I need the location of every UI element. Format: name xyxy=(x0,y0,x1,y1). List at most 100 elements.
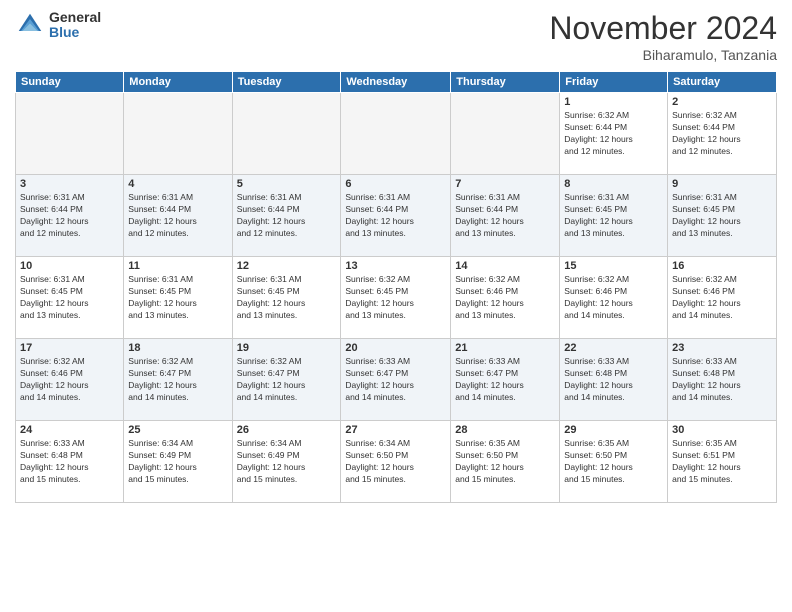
logo-general: General xyxy=(49,10,101,25)
calendar-cell: 11 Sunrise: 6:31 AM Sunset: 6:45 PM Dayli… xyxy=(124,257,232,339)
calendar-cell: 24 Sunrise: 6:33 AM Sunset: 6:48 PM Dayli… xyxy=(16,421,124,503)
day-info: Sunrise: 6:32 AM Sunset: 6:44 PM Dayligh… xyxy=(564,110,663,158)
calendar-cell: 12Sunrise: 6:31 AM Sunset: 6:45 PM Dayli… xyxy=(232,257,341,339)
calendar-cell xyxy=(16,93,124,175)
calendar-cell: 27 Sunrise: 6:34 AM Sunset: 6:50 PM Dayli… xyxy=(341,421,451,503)
day-info: Sunrise: 6:31 AM Sunset: 6:45 PM Dayligh… xyxy=(20,274,119,322)
weekday-header-friday: Friday xyxy=(560,72,668,93)
day-info: Sunrise: 6:33 AM Sunset: 6:48 PM Dayligh… xyxy=(672,356,772,404)
weekday-header-saturday: Saturday xyxy=(668,72,777,93)
calendar-cell: 8 Sunrise: 6:31 AM Sunset: 6:45 PM Daylig… xyxy=(560,175,668,257)
logo-blue: Blue xyxy=(49,25,101,40)
day-info: Sunrise: 6:31 AM Sunset: 6:44 PM Dayligh… xyxy=(128,192,227,240)
calendar-cell: 20 Sunrise: 6:33 AM Sunset: 6:47 PM Dayli… xyxy=(341,339,451,421)
week-row-5: 24 Sunrise: 6:33 AM Sunset: 6:48 PM Dayli… xyxy=(16,421,777,503)
day-number: 14 xyxy=(455,260,555,272)
calendar-cell: 3Sunrise: 6:31 AM Sunset: 6:44 PM Daylig… xyxy=(16,175,124,257)
week-row-2: 3 Sunrise: 6:31 AM Sunset: 6:44 PM Daylig… xyxy=(16,175,777,257)
month-title: November 2024 xyxy=(549,10,777,47)
calendar-cell: 7 Sunrise: 6:31 AM Sunset: 6:44 PM Daylig… xyxy=(451,175,560,257)
calendar-cell: 1 Sunrise: 6:32 AM Sunset: 6:44 PM Daylig… xyxy=(560,93,668,175)
day-info: Sunrise: 6:31 AM Sunset: 6:45 PM Dayligh… xyxy=(128,274,227,322)
day-number: 30 xyxy=(672,424,772,436)
day-number: 27 xyxy=(345,424,446,436)
day-number: 22 xyxy=(564,342,663,354)
weekday-header-wednesday: Wednesday xyxy=(341,72,451,93)
calendar-cell: 25 Sunrise: 6:34 AM Sunset: 6:49 PM Dayli… xyxy=(124,421,232,503)
calendar-cell: 29Sunrise: 6:35 AM Sunset: 6:50 PM Dayli… xyxy=(560,421,668,503)
weekday-header-tuesday: Tuesday xyxy=(232,72,341,93)
calendar-cell: 22 Sunrise: 6:33 AM Sunset: 6:48 PM Dayli… xyxy=(560,339,668,421)
day-number: 10 xyxy=(20,260,119,272)
weekday-header-monday: Monday xyxy=(124,72,232,93)
calendar-cell: 23 Sunrise: 6:33 AM Sunset: 6:48 PM Dayli… xyxy=(668,339,777,421)
day-info: Sunrise: 6:31 AM Sunset: 6:44 PM Dayligh… xyxy=(455,192,555,240)
calendar-cell: 10 Sunrise: 6:31 AM Sunset: 6:45 PM Dayli… xyxy=(16,257,124,339)
calendar-cell: 18Sunrise: 6:32 AM Sunset: 6:47 PM Dayli… xyxy=(124,339,232,421)
location-subtitle: Biharamulo, Tanzania xyxy=(549,47,777,63)
day-info: Sunrise: 6:31 AM Sunset: 6:44 PM Dayligh… xyxy=(237,192,337,240)
calendar-cell: 17 Sunrise: 6:32 AM Sunset: 6:46 PM Dayli… xyxy=(16,339,124,421)
day-number: 11 xyxy=(128,260,227,272)
day-info: Sunrise: 6:34 AM Sunset: 6:49 PM Dayligh… xyxy=(128,438,227,486)
day-info: Sunrise: 6:31 AM Sunset: 6:45 PM Dayligh… xyxy=(672,192,772,240)
day-info: Sunrise: 6:35 AM Sunset: 6:50 PM Dayligh… xyxy=(455,438,555,486)
day-info: Sunrise: 6:33 AM Sunset: 6:47 PM Dayligh… xyxy=(455,356,555,404)
logo: General Blue xyxy=(15,10,101,41)
calendar-cell: 15Sunrise: 6:32 AM Sunset: 6:46 PM Dayli… xyxy=(560,257,668,339)
day-info: Sunrise: 6:33 AM Sunset: 6:48 PM Dayligh… xyxy=(564,356,663,404)
title-block: November 2024 Biharamulo, Tanzania xyxy=(549,10,777,63)
day-number: 23 xyxy=(672,342,772,354)
day-info: Sunrise: 6:33 AM Sunset: 6:48 PM Dayligh… xyxy=(20,438,119,486)
calendar-cell: 19 Sunrise: 6:32 AM Sunset: 6:47 PM Dayli… xyxy=(232,339,341,421)
day-info: Sunrise: 6:31 AM Sunset: 6:45 PM Dayligh… xyxy=(564,192,663,240)
day-info: Sunrise: 6:32 AM Sunset: 6:46 PM Dayligh… xyxy=(20,356,119,404)
day-number: 18 xyxy=(128,342,227,354)
weekday-header-row: SundayMondayTuesdayWednesdayThursdayFrid… xyxy=(16,72,777,93)
day-number: 16 xyxy=(672,260,772,272)
logo-icon xyxy=(15,10,45,40)
calendar-cell: 5 Sunrise: 6:31 AM Sunset: 6:44 PM Daylig… xyxy=(232,175,341,257)
calendar-cell: 9 Sunrise: 6:31 AM Sunset: 6:45 PM Daylig… xyxy=(668,175,777,257)
day-number: 28 xyxy=(455,424,555,436)
day-number: 24 xyxy=(20,424,119,436)
day-number: 8 xyxy=(564,178,663,190)
day-number: 21 xyxy=(455,342,555,354)
calendar-cell: 28 Sunrise: 6:35 AM Sunset: 6:50 PM Dayli… xyxy=(451,421,560,503)
day-number: 1 xyxy=(564,96,663,108)
day-number: 3 xyxy=(20,178,119,190)
calendar-cell xyxy=(124,93,232,175)
day-number: 5 xyxy=(237,178,337,190)
week-row-3: 10 Sunrise: 6:31 AM Sunset: 6:45 PM Dayli… xyxy=(16,257,777,339)
day-info: Sunrise: 6:31 AM Sunset: 6:45 PM Dayligh… xyxy=(237,274,337,322)
day-info: Sunrise: 6:32 AM Sunset: 6:47 PM Dayligh… xyxy=(237,356,337,404)
logo-text: General Blue xyxy=(49,10,101,41)
day-number: 25 xyxy=(128,424,227,436)
calendar-cell: 26Sunrise: 6:34 AM Sunset: 6:49 PM Dayli… xyxy=(232,421,341,503)
day-number: 6 xyxy=(345,178,446,190)
day-info: Sunrise: 6:33 AM Sunset: 6:47 PM Dayligh… xyxy=(345,356,446,404)
day-info: Sunrise: 6:32 AM Sunset: 6:46 PM Dayligh… xyxy=(564,274,663,322)
day-number: 20 xyxy=(345,342,446,354)
calendar-cell: 30 Sunrise: 6:35 AM Sunset: 6:51 PM Dayli… xyxy=(668,421,777,503)
day-number: 26 xyxy=(237,424,337,436)
day-number: 2 xyxy=(672,96,772,108)
day-number: 7 xyxy=(455,178,555,190)
calendar-cell: 13 Sunrise: 6:32 AM Sunset: 6:45 PM Dayli… xyxy=(341,257,451,339)
calendar-cell: 6Sunrise: 6:31 AM Sunset: 6:44 PM Daylig… xyxy=(341,175,451,257)
day-number: 13 xyxy=(345,260,446,272)
day-info: Sunrise: 6:34 AM Sunset: 6:50 PM Dayligh… xyxy=(345,438,446,486)
page-header: General Blue November 2024 Biharamulo, T… xyxy=(15,10,777,63)
day-info: Sunrise: 6:35 AM Sunset: 6:50 PM Dayligh… xyxy=(564,438,663,486)
day-number: 9 xyxy=(672,178,772,190)
calendar-cell: 2 Sunrise: 6:32 AM Sunset: 6:44 PM Daylig… xyxy=(668,93,777,175)
day-info: Sunrise: 6:32 AM Sunset: 6:46 PM Dayligh… xyxy=(455,274,555,322)
calendar-page: General Blue November 2024 Biharamulo, T… xyxy=(0,0,792,612)
day-info: Sunrise: 6:32 AM Sunset: 6:45 PM Dayligh… xyxy=(345,274,446,322)
calendar-cell: 14 Sunrise: 6:32 AM Sunset: 6:46 PM Dayli… xyxy=(451,257,560,339)
day-number: 17 xyxy=(20,342,119,354)
day-info: Sunrise: 6:32 AM Sunset: 6:44 PM Dayligh… xyxy=(672,110,772,158)
day-number: 19 xyxy=(237,342,337,354)
day-info: Sunrise: 6:32 AM Sunset: 6:46 PM Dayligh… xyxy=(672,274,772,322)
day-info: Sunrise: 6:35 AM Sunset: 6:51 PM Dayligh… xyxy=(672,438,772,486)
